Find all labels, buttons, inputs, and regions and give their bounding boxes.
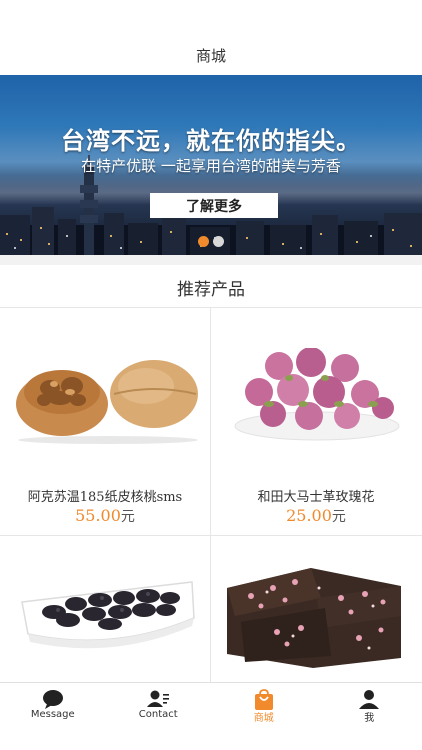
tab-label: 商城: [253, 713, 274, 724]
product-card-mulberry[interactable]: [0, 536, 210, 686]
learn-more-button[interactable]: 了解更多: [150, 193, 278, 218]
banner-subline: 在特产优联 一起享用台湾的甜美与芳香: [81, 157, 341, 175]
product-price: 25.00元: [211, 506, 421, 526]
recommended-products-section: 推荐产品 阿克苏温185纸皮核桃sms 55.00元 和田大马士革玫瑰花 25.…: [0, 265, 422, 688]
black-mulberry-image: [21, 581, 195, 649]
product-name: 和田大马士革玫瑰花: [257, 490, 375, 505]
banner-headline: 台湾不远，就在你的指尖。: [61, 127, 361, 155]
price-value: 25.00: [286, 506, 332, 525]
price-unit: 元: [120, 509, 135, 525]
carousel-dot-active[interactable]: [198, 236, 209, 247]
rose-tea-image: [234, 348, 400, 441]
person-icon: [359, 690, 380, 709]
tab-me[interactable]: 我: [317, 683, 422, 750]
product-name: 阿克苏温185纸皮核桃sms: [27, 490, 183, 505]
bottom-tab-bar: Message Contact 商城 我: [0, 682, 422, 750]
price-unit: 元: [331, 509, 346, 525]
app-screen: 商城 台湾不远，就在你的指尖。 在特产优联 一起享用台湾的甜美与芳香 了解更多 …: [0, 0, 422, 750]
tab-message[interactable]: Message: [0, 683, 106, 750]
price-value: 55.00: [75, 506, 121, 525]
page-title: 商城: [195, 47, 226, 65]
tab-shop[interactable]: 商城: [211, 683, 317, 750]
message-icon: [42, 690, 63, 709]
contact-icon: [147, 690, 170, 707]
top-navigation-bar: 商城: [0, 0, 422, 75]
shop-bag-icon: [254, 689, 273, 710]
promo-banner[interactable]: 台湾不远，就在你的指尖。 在特产优联 一起享用台湾的甜美与芳香 了解更多: [0, 75, 422, 255]
product-price: 55.00元: [0, 506, 210, 526]
walnut-image: [16, 360, 198, 444]
product-card-walnut[interactable]: 阿克苏温185纸皮核桃sms 55.00元: [0, 308, 210, 535]
rose-brown-sugar-image: [227, 568, 401, 668]
tab-label: Contact: [138, 709, 178, 720]
section-title: 推荐产品: [177, 280, 245, 300]
product-card-rose-brown-sugar[interactable]: [211, 536, 421, 686]
carousel-dot[interactable]: [213, 236, 224, 247]
tab-label: Message: [30, 709, 75, 720]
carousel-indicator: [198, 236, 224, 247]
tab-label: 我: [364, 713, 375, 724]
product-card-rose-tea[interactable]: 和田大马士革玫瑰花 25.00元: [211, 308, 421, 535]
tab-contact[interactable]: Contact: [106, 683, 212, 750]
